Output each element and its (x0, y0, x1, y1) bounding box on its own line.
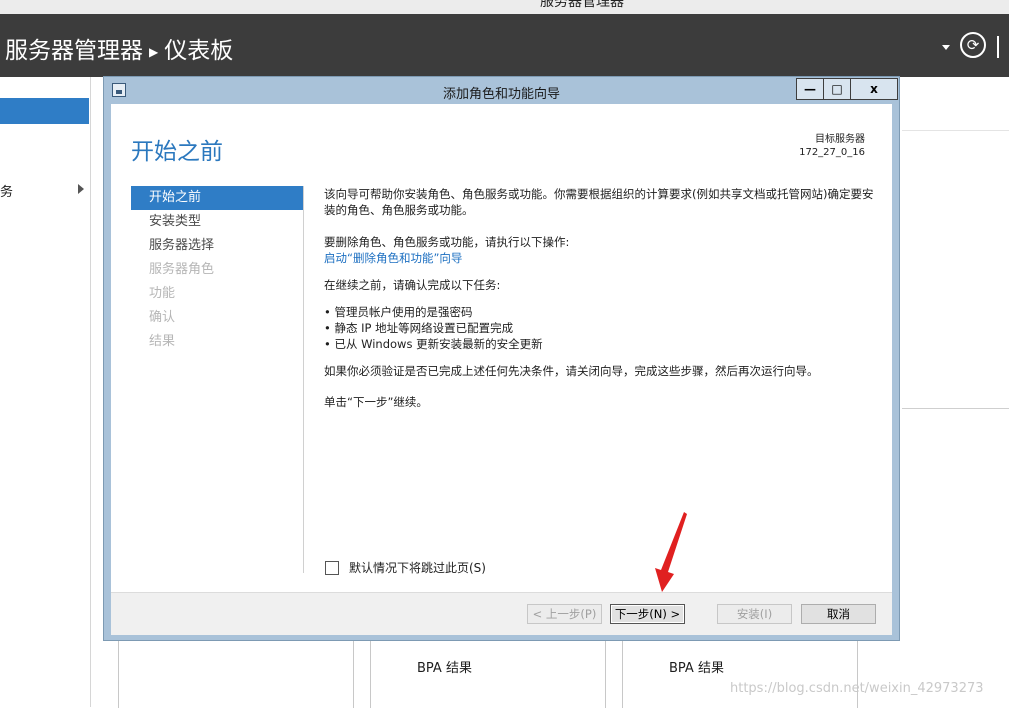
breadcrumb-current: 仪表板 (164, 38, 234, 64)
refresh-icon[interactable]: ⟳ (960, 32, 986, 58)
step-results: 结果 (149, 334, 176, 349)
step-before-you-begin[interactable]: 开始之前 (131, 186, 303, 210)
verify-note: 如果你必须验证是否已完成上述任何先决条件，请关闭向导，完成这些步骤，然后再次运行… (324, 364, 819, 378)
annotation-arrow-icon (655, 512, 687, 592)
breadcrumb: 服务器管理器 ▶ 仪表板 (5, 31, 233, 65)
skip-page-option[interactable]: 默认情况下将跳过此页(S) (325, 559, 486, 576)
remove-roles-link[interactable]: 启动“删除角色和功能”向导 (324, 250, 876, 266)
install-button: 安装(I) (717, 604, 792, 624)
before-continue-text: 在继续之前，请确认完成以下任务: (324, 278, 501, 292)
tile-bpa-link[interactable]: BPA 结果 (669, 657, 724, 676)
next-button[interactable]: 下一步(N) > (610, 604, 685, 624)
os-title: 服务器管理器 (540, 0, 624, 10)
wizard-titlebar[interactable]: 添加角色和功能向导 — □ x (104, 77, 899, 104)
minimize-button[interactable]: — (797, 79, 824, 99)
wizard-content: 该向导可帮助你安装角色、角色服务或功能。你需要根据组织的计算要求(例如共享文档或… (324, 186, 876, 410)
sidebar-item-dashboard[interactable] (0, 98, 89, 124)
list-item: 管理员帐户使用的是强密码 (324, 304, 876, 320)
panel-divider (902, 130, 1009, 131)
target-server-value: 172_27_0_16 (799, 147, 865, 158)
remove-prompt: 要删除角色、角色服务或功能，请执行以下操作: (324, 235, 570, 249)
breadcrumb-separator-icon: ▶ (149, 44, 159, 59)
window-controls: — □ x (796, 78, 898, 100)
prerequisite-list: 管理员帐户使用的是强密码 静态 IP 地址等网络设置已配置完成 已从 Windo… (324, 304, 876, 352)
skip-page-checkbox[interactable] (325, 560, 339, 575)
wizard-steps: 开始之前 安装类型 服务器选择 服务器角色 功能 确认 结果 (131, 186, 303, 354)
dropdown-caret-icon[interactable] (942, 45, 950, 50)
flag-divider (997, 36, 999, 58)
annotation-arrow-shape (655, 512, 687, 592)
add-roles-wizard: 添加角色和功能向导 — □ x 开始之前 目标服务器 172_27_0_16 开… (103, 76, 900, 641)
breadcrumb-root[interactable]: 服务器管理器 (5, 38, 143, 64)
click-next-text: 单击“下一步”继续。 (324, 395, 428, 409)
server-manager-header: 服务器管理器 ▶ 仪表板 ⟳ (0, 14, 1009, 77)
step-server-selection[interactable]: 服务器选择 (131, 234, 303, 258)
page-title: 开始之前 (131, 139, 223, 165)
sidebar-item-file-services[interactable]: 务 (0, 181, 89, 200)
wizard-title: 添加角色和功能向导 (442, 87, 560, 102)
maximize-button[interactable]: □ (824, 79, 851, 99)
close-button[interactable]: x (851, 79, 897, 99)
server-manager-sidebar: 务 (0, 77, 91, 707)
dashboard-tile (118, 640, 354, 708)
expand-arrow-icon[interactable] (78, 184, 84, 194)
dashboard-tile-bpa: BPA 结果 (370, 640, 606, 708)
wizard-body: 开始之前 目标服务器 172_27_0_16 开始之前 安装类型 服务器选择 服… (111, 104, 892, 635)
intro-text: 该向导可帮助你安装角色、角色服务或功能。你需要根据组织的计算要求(例如共享文档或… (324, 187, 874, 217)
cancel-button[interactable]: 取消 (801, 604, 876, 624)
step-features: 功能 (149, 286, 176, 301)
dashboard-tile-bpa: BPA 结果 (622, 640, 858, 708)
watermark: https://blog.csdn.net/weixin_42973273 (730, 681, 984, 696)
sidebar-item-label: 务 (0, 185, 14, 200)
step-server-roles: 服务器角色 (149, 262, 215, 277)
wizard-footer: < 上一步(P) 下一步(N) > 安装(I) 取消 (111, 592, 892, 635)
list-item: 已从 Windows 更新安装最新的安全更新 (324, 336, 876, 352)
step-installation-type[interactable]: 安装类型 (131, 210, 303, 234)
panel-divider (902, 408, 1009, 409)
tile-bpa-link[interactable]: BPA 结果 (417, 657, 472, 676)
os-titlebar: 服务器管理器 (0, 0, 1009, 14)
nav-divider (303, 186, 304, 573)
target-server-label: 目标服务器 (815, 134, 865, 145)
target-server: 目标服务器 172_27_0_16 (799, 133, 865, 159)
skip-page-label: 默认情况下将跳过此页(S) (349, 561, 486, 575)
previous-button: < 上一步(P) (527, 604, 602, 624)
step-confirmation: 确认 (149, 310, 176, 325)
list-item: 静态 IP 地址等网络设置已配置完成 (324, 320, 876, 336)
